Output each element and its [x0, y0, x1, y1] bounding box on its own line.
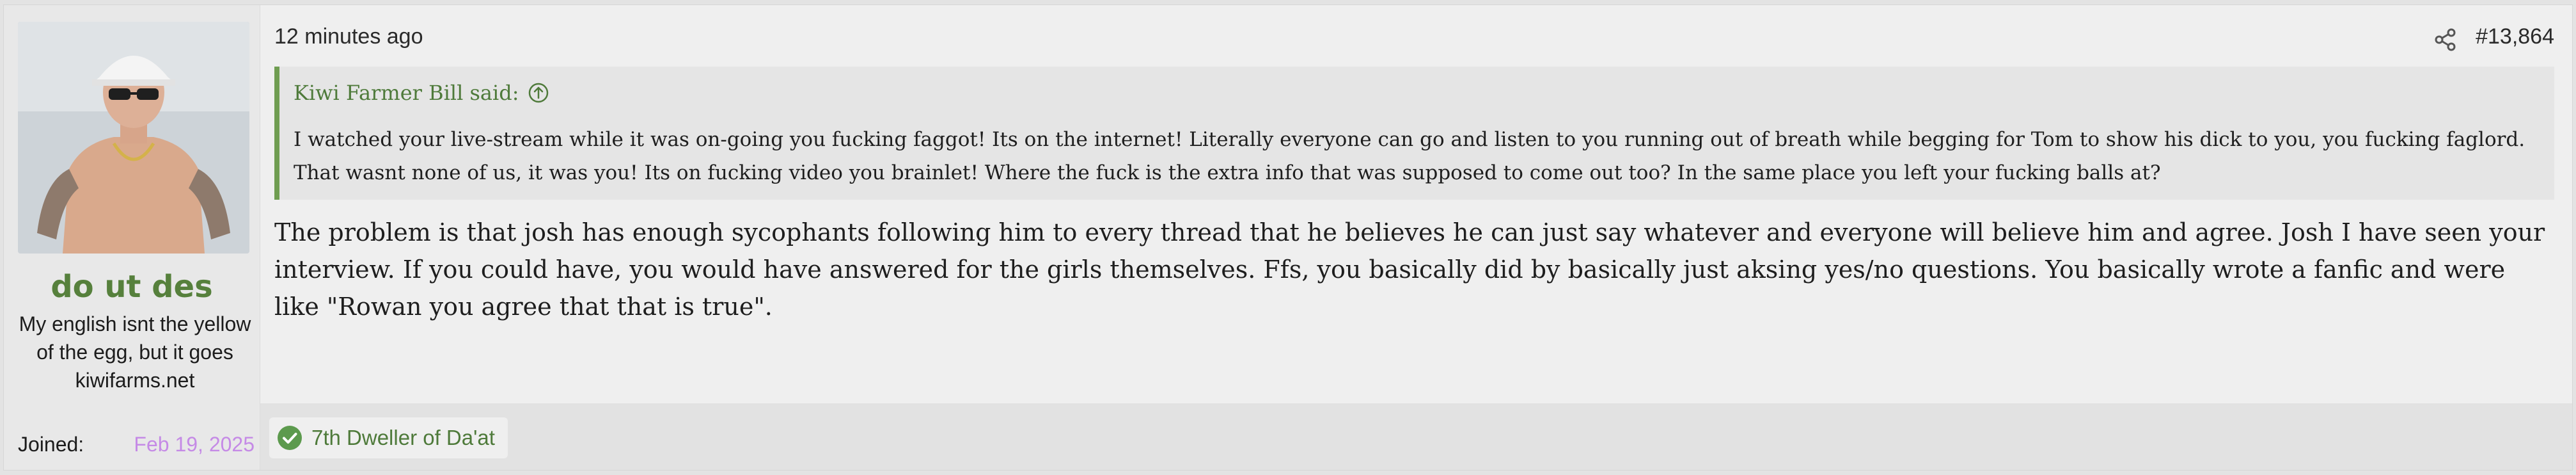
- quote-block: Kiwi Farmer Bill said: I watched your li…: [274, 67, 2554, 200]
- forum-post: do ut des My english isnt the yellow of …: [4, 5, 2572, 470]
- joined-row: Joined: Feb 19, 2025: [18, 433, 255, 456]
- username[interactable]: do ut des: [4, 269, 260, 305]
- avatar[interactable]: [18, 22, 249, 254]
- trophy-badge[interactable]: 7th Dweller of Da'at: [269, 417, 508, 458]
- avatar-image: [18, 22, 249, 254]
- post-footer: 7th Dweller of Da'at: [260, 403, 2572, 470]
- joined-date: Feb 19, 2025: [134, 433, 255, 456]
- share-icon[interactable]: [2433, 27, 2458, 52]
- quote-header[interactable]: Kiwi Farmer Bill said:: [294, 77, 2538, 109]
- user-title: My english isnt the yellow of the egg, b…: [17, 310, 253, 394]
- user-title-text: My english isnt the yellow of the egg, b…: [19, 312, 251, 364]
- arrow-up-circle-icon[interactable]: [528, 82, 549, 104]
- post-main: 12 minutes ago #13,864 Kiwi Farmer Bill …: [260, 5, 2572, 470]
- check-circle-icon: [277, 425, 302, 451]
- user-info-column: do ut des My english isnt the yellow of …: [4, 5, 260, 470]
- joined-label: Joined:: [18, 433, 84, 456]
- quote-author[interactable]: Kiwi Farmer Bill said:: [294, 81, 519, 105]
- quote-text: I watched your live-stream while it was …: [294, 128, 2525, 184]
- user-site: kiwifarms.net: [75, 369, 195, 392]
- post-body-text: The problem is that josh has enough syco…: [274, 218, 2545, 321]
- trophy-label[interactable]: 7th Dweller of Da'at: [311, 426, 495, 450]
- post-timestamp[interactable]: 12 minutes ago: [274, 24, 423, 49]
- post-number-link[interactable]: #13,864: [2476, 24, 2554, 49]
